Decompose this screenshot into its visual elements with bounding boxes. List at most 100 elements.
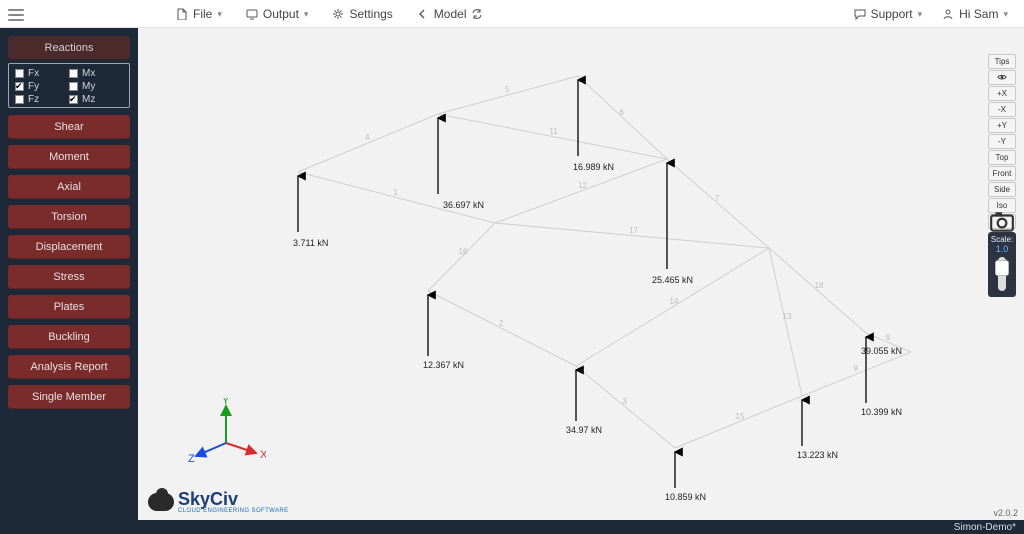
- menu-settings[interactable]: Settings: [332, 7, 392, 21]
- reaction-value-node-7: 12.367 kN: [423, 360, 464, 370]
- reaction-value-node-8: 34.97 kN: [566, 425, 602, 435]
- member-label-6: 6: [620, 108, 624, 117]
- member-label-14: 14: [670, 297, 679, 306]
- member-label-17: 17: [629, 226, 638, 235]
- member-14[interactable]: [576, 248, 769, 366]
- member-13[interactable]: [769, 248, 802, 396]
- member-label-5: 5: [505, 85, 509, 94]
- reaction-check-mz[interactable]: Mz: [69, 94, 123, 105]
- sidebar-item-reactions[interactable]: Reactions: [8, 36, 130, 60]
- scale-control[interactable]: Scale:1.0: [988, 232, 1016, 297]
- member-15[interactable]: [675, 396, 802, 448]
- view-visibility[interactable]: [988, 70, 1016, 85]
- view-plus-x[interactable]: +X: [988, 86, 1016, 101]
- member-4[interactable]: [298, 114, 438, 172]
- reaction-value-node-9: 10.859 kN: [665, 492, 706, 502]
- reaction-value-node-2: 36.697 kN: [443, 200, 484, 210]
- sidebar-item-shear[interactable]: Shear: [8, 115, 130, 139]
- sidebar-item-single-member[interactable]: Single Member: [8, 385, 130, 409]
- view-tools: Tips+X-X+Y-YTopFrontSideIsoScale:1.0: [988, 54, 1016, 297]
- checkbox-icon: [69, 69, 78, 78]
- member-label-13: 13: [783, 312, 792, 321]
- member-label-1: 1: [394, 188, 398, 197]
- version-label: v2.0.2: [993, 508, 1018, 518]
- sidebar-item-analysis-report[interactable]: Analysis Report: [8, 355, 130, 379]
- sidebar-item-moment[interactable]: Moment: [8, 145, 130, 169]
- chevron-down-icon: ▾: [304, 9, 309, 20]
- reaction-value-node-1: 3.711 kN: [293, 238, 328, 248]
- reaction-check-fy[interactable]: Fy: [15, 81, 69, 92]
- status-bar: Simon-Demo*: [0, 520, 1024, 534]
- menu-model[interactable]: Model: [417, 7, 484, 21]
- menu-user[interactable]: Hi Sam▾: [942, 7, 1008, 21]
- member-1[interactable]: [298, 172, 495, 223]
- member-6[interactable]: [578, 76, 667, 159]
- results-sidebar: Reactions FxMxFyMyFzMz Shear Moment Axial Tor…: [0, 28, 138, 520]
- member-2[interactable]: [428, 291, 576, 366]
- skyciv-logo: SkyCiv CLOUD ENGINEERING SOFTWARE: [148, 489, 289, 514]
- reaction-value-node-4: 25.465 kN: [652, 275, 693, 285]
- sidebar-item-displacement[interactable]: Displacement: [8, 235, 130, 259]
- monitor-icon: [246, 8, 258, 20]
- sidebar-item-plates[interactable]: Plates: [8, 295, 130, 319]
- sidebar-item-stress[interactable]: Stress: [8, 265, 130, 289]
- member-label-16: 16: [459, 247, 468, 256]
- view-side[interactable]: Side: [988, 182, 1016, 197]
- member-11[interactable]: [438, 114, 667, 159]
- member-label-18: 18: [815, 281, 824, 290]
- member-label-3: 3: [623, 397, 627, 406]
- hamburger-menu[interactable]: [6, 6, 26, 22]
- reaction-value-node-3: 16.989 kN: [573, 162, 614, 172]
- view-top[interactable]: Top: [988, 150, 1016, 165]
- svg-text:Y: Y: [222, 398, 230, 407]
- model-canvas[interactable]: X Y Z SkyCiv CLOUD ENGINEERING SOFTWARE …: [138, 28, 1024, 520]
- sidebar-item-buckling[interactable]: Buckling: [8, 325, 130, 349]
- reaction-value-node-11: 39.055 kN: [861, 346, 902, 356]
- sidebar-item-axial[interactable]: Axial: [8, 175, 130, 199]
- member-label-4: 4: [365, 133, 369, 142]
- chevron-down-icon: ▾: [217, 9, 222, 20]
- checkbox-icon: [15, 82, 24, 91]
- view-snapshot[interactable]: [988, 214, 1016, 229]
- view-tips[interactable]: Tips: [988, 54, 1016, 69]
- svg-text:Z: Z: [188, 453, 195, 465]
- chevron-down-icon: ▾: [1003, 9, 1008, 20]
- user-icon: [942, 8, 954, 20]
- reaction-check-fz[interactable]: Fz: [15, 94, 69, 105]
- reaction-check-my[interactable]: My: [69, 81, 123, 92]
- checkbox-icon: [69, 95, 78, 104]
- gear-icon: [332, 8, 344, 20]
- chevron-down-icon: ▾: [918, 9, 923, 20]
- sync-icon: [471, 8, 483, 20]
- view-minus-y[interactable]: -Y: [988, 134, 1016, 149]
- back-icon: [417, 8, 429, 20]
- view-front[interactable]: Front: [988, 166, 1016, 181]
- member-label-8: 8: [886, 333, 890, 342]
- menu-file[interactable]: File▾: [176, 7, 222, 21]
- member-label-15: 15: [736, 412, 745, 421]
- checkbox-icon: [15, 69, 24, 78]
- file-icon: [176, 8, 188, 20]
- svg-text:X: X: [260, 449, 266, 461]
- camera-icon: [989, 209, 1015, 235]
- reaction-value-node-10: 13.223 kN: [797, 450, 838, 460]
- reaction-check-mx[interactable]: Mx: [69, 68, 123, 79]
- view-minus-x[interactable]: -X: [988, 102, 1016, 117]
- axes-compass: X Y Z: [186, 398, 266, 468]
- member-label-7: 7: [715, 194, 719, 203]
- member-3[interactable]: [576, 366, 675, 448]
- member-9[interactable]: [802, 352, 911, 396]
- view-plus-y[interactable]: +Y: [988, 118, 1016, 133]
- checkbox-icon: [69, 82, 78, 91]
- menu-output[interactable]: Output▾: [246, 7, 309, 21]
- member-label-2: 2: [499, 319, 503, 328]
- eye-icon: [996, 73, 1008, 83]
- scale-slider[interactable]: [998, 257, 1006, 291]
- member-16[interactable]: [428, 223, 495, 291]
- member-5[interactable]: [438, 76, 578, 114]
- member-7[interactable]: [667, 159, 769, 248]
- reaction-check-fx[interactable]: Fx: [15, 68, 69, 79]
- menu-support[interactable]: Support▾: [854, 7, 923, 21]
- sidebar-item-torsion[interactable]: Torsion: [8, 205, 130, 229]
- member-label-12: 12: [578, 181, 587, 190]
